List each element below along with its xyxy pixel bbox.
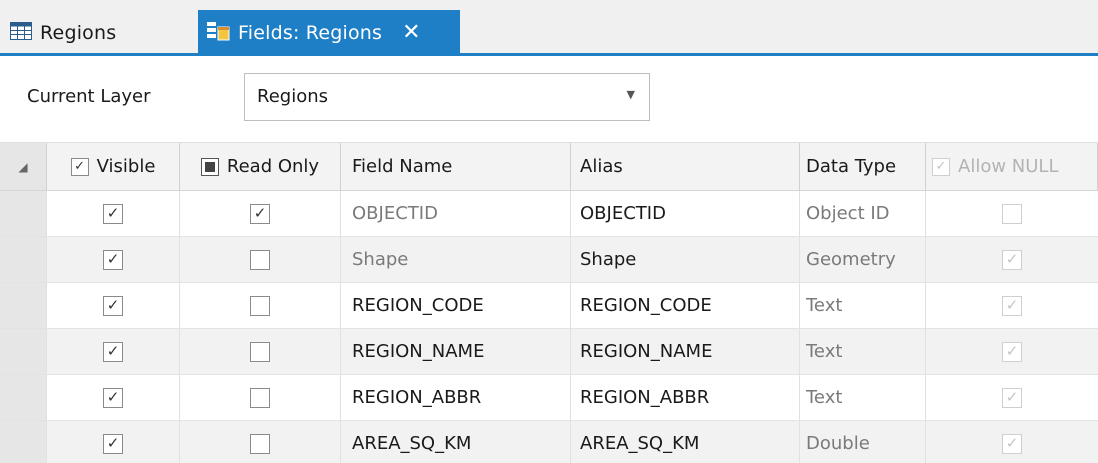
allow-null-checkbox: ✓ <box>1002 295 1022 316</box>
column-header-field-name[interactable]: Field Name <box>341 143 571 190</box>
allow-null-cell: ✓ <box>926 421 1098 463</box>
read-only-checkbox[interactable] <box>250 341 270 362</box>
visible-checkbox[interactable]: ✓ <box>103 203 123 224</box>
table-row[interactable]: ✓ AREA_SQ_KM AREA_SQ_KM Double ✓ <box>0 421 1098 463</box>
data-type-cell[interactable]: Text <box>800 375 926 420</box>
allow-null-checkbox: ✓ <box>1002 341 1022 362</box>
allow-null-cell: ✓ <box>926 237 1098 282</box>
column-header-allow-null[interactable]: ✓ Allow NULL <box>926 143 1098 190</box>
column-header-visible[interactable]: ✓ Visible <box>47 143 180 190</box>
chevron-down-icon: ▼ <box>626 88 635 101</box>
fields-view-icon <box>206 21 230 46</box>
alias-cell[interactable]: REGION_NAME <box>571 329 800 374</box>
visible-checkbox[interactable]: ✓ <box>103 341 123 362</box>
tab-strip: Regions Fields: Regions ✕ <box>0 0 1098 56</box>
column-header-read-only-label: Read Only <box>226 156 320 177</box>
data-type-cell[interactable]: Double <box>800 421 926 463</box>
visible-cell[interactable]: ✓ <box>47 191 180 236</box>
table-row[interactable]: ✓ REGION_NAME REGION_NAME Text ✓ <box>0 329 1098 375</box>
visible-checkbox[interactable]: ✓ <box>103 387 123 408</box>
table-icon <box>10 21 32 45</box>
column-header-alias[interactable]: Alias <box>571 143 800 190</box>
field-name-cell[interactable]: AREA_SQ_KM <box>341 421 571 463</box>
visible-header-checkbox[interactable]: ✓ <box>70 157 89 176</box>
table-row[interactable]: ✓ REGION_CODE REGION_CODE Text ✓ <box>0 283 1098 329</box>
row-selector[interactable] <box>0 329 47 374</box>
visible-cell[interactable]: ✓ <box>47 237 180 282</box>
read-only-cell[interactable] <box>180 375 341 420</box>
visible-checkbox[interactable]: ✓ <box>103 249 123 270</box>
field-name-cell[interactable]: Shape <box>341 237 571 282</box>
alias-cell[interactable]: OBJECTID <box>571 191 800 236</box>
field-name-cell[interactable]: REGION_ABBR <box>341 375 571 420</box>
allow-null-header-checkbox: ✓ <box>932 157 950 176</box>
row-selector[interactable] <box>0 191 47 236</box>
visible-cell[interactable]: ✓ <box>47 283 180 328</box>
table-row[interactable]: ✓ REGION_ABBR REGION_ABBR Text ✓ <box>0 375 1098 421</box>
corner-triangle-icon: ◢ <box>18 159 28 174</box>
allow-null-checkbox: ✓ <box>1002 249 1022 270</box>
alias-cell[interactable]: AREA_SQ_KM <box>571 421 800 463</box>
visible-checkbox[interactable]: ✓ <box>103 295 123 316</box>
read-only-cell[interactable] <box>180 283 341 328</box>
allow-null-checkbox <box>1002 203 1022 224</box>
visible-checkbox[interactable]: ✓ <box>103 433 123 454</box>
visible-cell[interactable]: ✓ <box>47 421 180 463</box>
column-header-visible-label: Visible <box>96 156 156 177</box>
data-type-cell[interactable]: Geometry <box>800 237 926 282</box>
read-only-cell[interactable] <box>180 237 341 282</box>
tab-regions[interactable]: Regions <box>10 10 198 56</box>
visible-cell[interactable]: ✓ <box>47 329 180 374</box>
allow-null-checkbox: ✓ <box>1002 387 1022 408</box>
data-type-cell[interactable]: Text <box>800 283 926 328</box>
read-only-checkbox[interactable] <box>250 249 270 270</box>
row-selector[interactable] <box>0 237 47 282</box>
alias-cell[interactable]: Shape <box>571 237 800 282</box>
tab-fields-label: Fields: Regions <box>238 22 383 44</box>
close-icon[interactable]: ✕ <box>402 22 420 44</box>
read-only-cell[interactable] <box>180 421 341 463</box>
row-selector[interactable] <box>0 421 47 463</box>
data-type-cell[interactable]: Text <box>800 329 926 374</box>
table-row[interactable]: ✓ Shape Shape Geometry ✓ <box>0 237 1098 283</box>
data-type-cell[interactable]: Object ID <box>800 191 926 236</box>
alias-cell[interactable]: REGION_ABBR <box>571 375 800 420</box>
allow-null-cell: ✓ <box>926 283 1098 328</box>
field-name-cell[interactable]: REGION_NAME <box>341 329 571 374</box>
allow-null-cell <box>926 191 1098 236</box>
read-only-header-checkbox[interactable] <box>200 157 219 176</box>
read-only-checkbox[interactable] <box>250 295 270 316</box>
layer-selector-row: Current Layer Regions ▼ <box>0 56 1098 143</box>
row-selector[interactable] <box>0 283 47 328</box>
read-only-cell[interactable]: ✓ <box>180 191 341 236</box>
alias-cell[interactable]: REGION_CODE <box>571 283 800 328</box>
grid-header-row: ◢ ✓ Visible Read Only Field Name Alias D… <box>0 143 1098 191</box>
read-only-checkbox[interactable] <box>250 433 270 454</box>
allow-null-cell: ✓ <box>926 375 1098 420</box>
read-only-checkbox[interactable] <box>250 387 270 408</box>
current-layer-value: Regions <box>257 86 328 107</box>
row-selector[interactable] <box>0 375 47 420</box>
select-all-corner[interactable]: ◢ <box>0 143 47 190</box>
current-layer-label: Current Layer <box>27 86 151 107</box>
current-layer-dropdown[interactable]: Regions ▼ <box>244 73 650 121</box>
column-header-read-only[interactable]: Read Only <box>180 143 341 190</box>
fields-grid: ◢ ✓ Visible Read Only Field Name Alias D… <box>0 143 1098 463</box>
tab-fields-regions[interactable]: Fields: Regions ✕ <box>198 10 460 56</box>
table-row[interactable]: ✓ ✓ OBJECTID OBJECTID Object ID <box>0 191 1098 237</box>
visible-cell[interactable]: ✓ <box>47 375 180 420</box>
read-only-cell[interactable] <box>180 329 341 374</box>
column-header-data-type[interactable]: Data Type <box>800 143 926 190</box>
field-name-cell[interactable]: REGION_CODE <box>341 283 571 328</box>
read-only-checkbox[interactable]: ✓ <box>250 203 270 224</box>
allow-null-cell: ✓ <box>926 329 1098 374</box>
tab-regions-label: Regions <box>40 22 117 44</box>
field-name-cell[interactable]: OBJECTID <box>341 191 571 236</box>
allow-null-checkbox: ✓ <box>1002 433 1022 454</box>
column-header-allow-null-label: Allow NULL <box>958 156 1059 177</box>
